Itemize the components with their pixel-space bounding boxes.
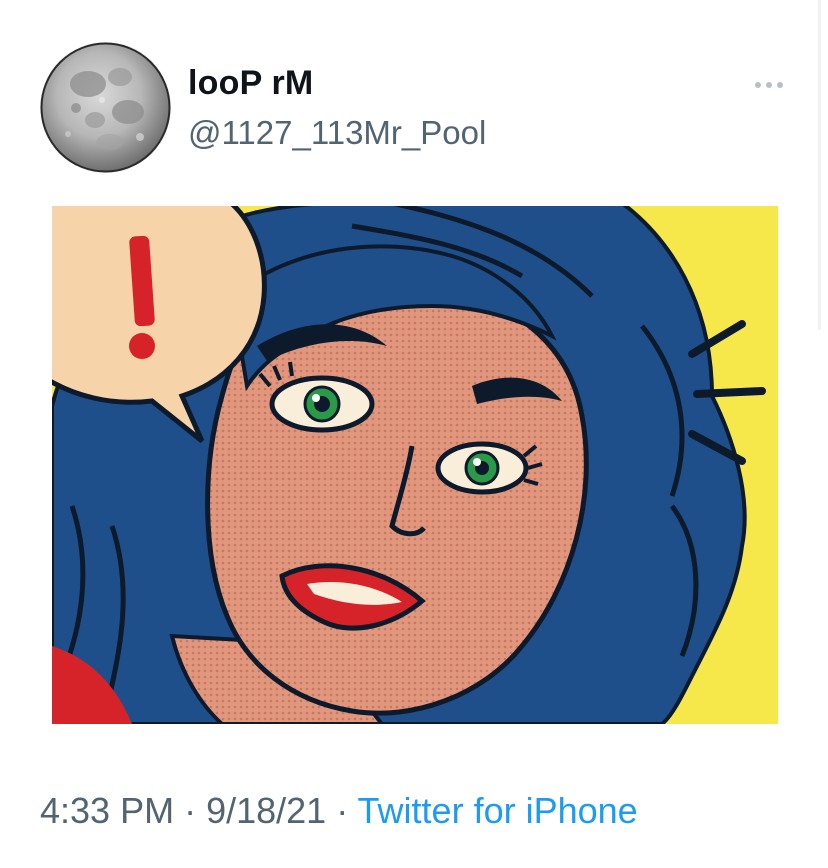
more-options-icon bbox=[755, 82, 783, 88]
author-handle[interactable]: @1127_113Mr_Pool bbox=[188, 114, 486, 152]
more-options-button[interactable] bbox=[748, 70, 792, 100]
meta-separator: · bbox=[326, 790, 358, 831]
tweet-source-link[interactable]: Twitter for iPhone bbox=[358, 790, 638, 831]
moon-avatar-icon bbox=[40, 42, 171, 173]
tweet-time[interactable]: 4:33 PM bbox=[40, 790, 174, 831]
author-display-name[interactable]: looP rM bbox=[188, 64, 313, 103]
tweet-media-image[interactable] bbox=[52, 206, 778, 724]
tweet-date[interactable]: 9/18/21 bbox=[206, 790, 326, 831]
tweet-meta: 4:33 PM · 9/18/21 · Twitter for iPhone bbox=[40, 790, 638, 832]
pop-art-woman-illustration-icon bbox=[52, 206, 778, 724]
scrollbar-track bbox=[818, 0, 821, 330]
author-avatar[interactable] bbox=[40, 42, 171, 173]
meta-separator: · bbox=[174, 790, 207, 831]
